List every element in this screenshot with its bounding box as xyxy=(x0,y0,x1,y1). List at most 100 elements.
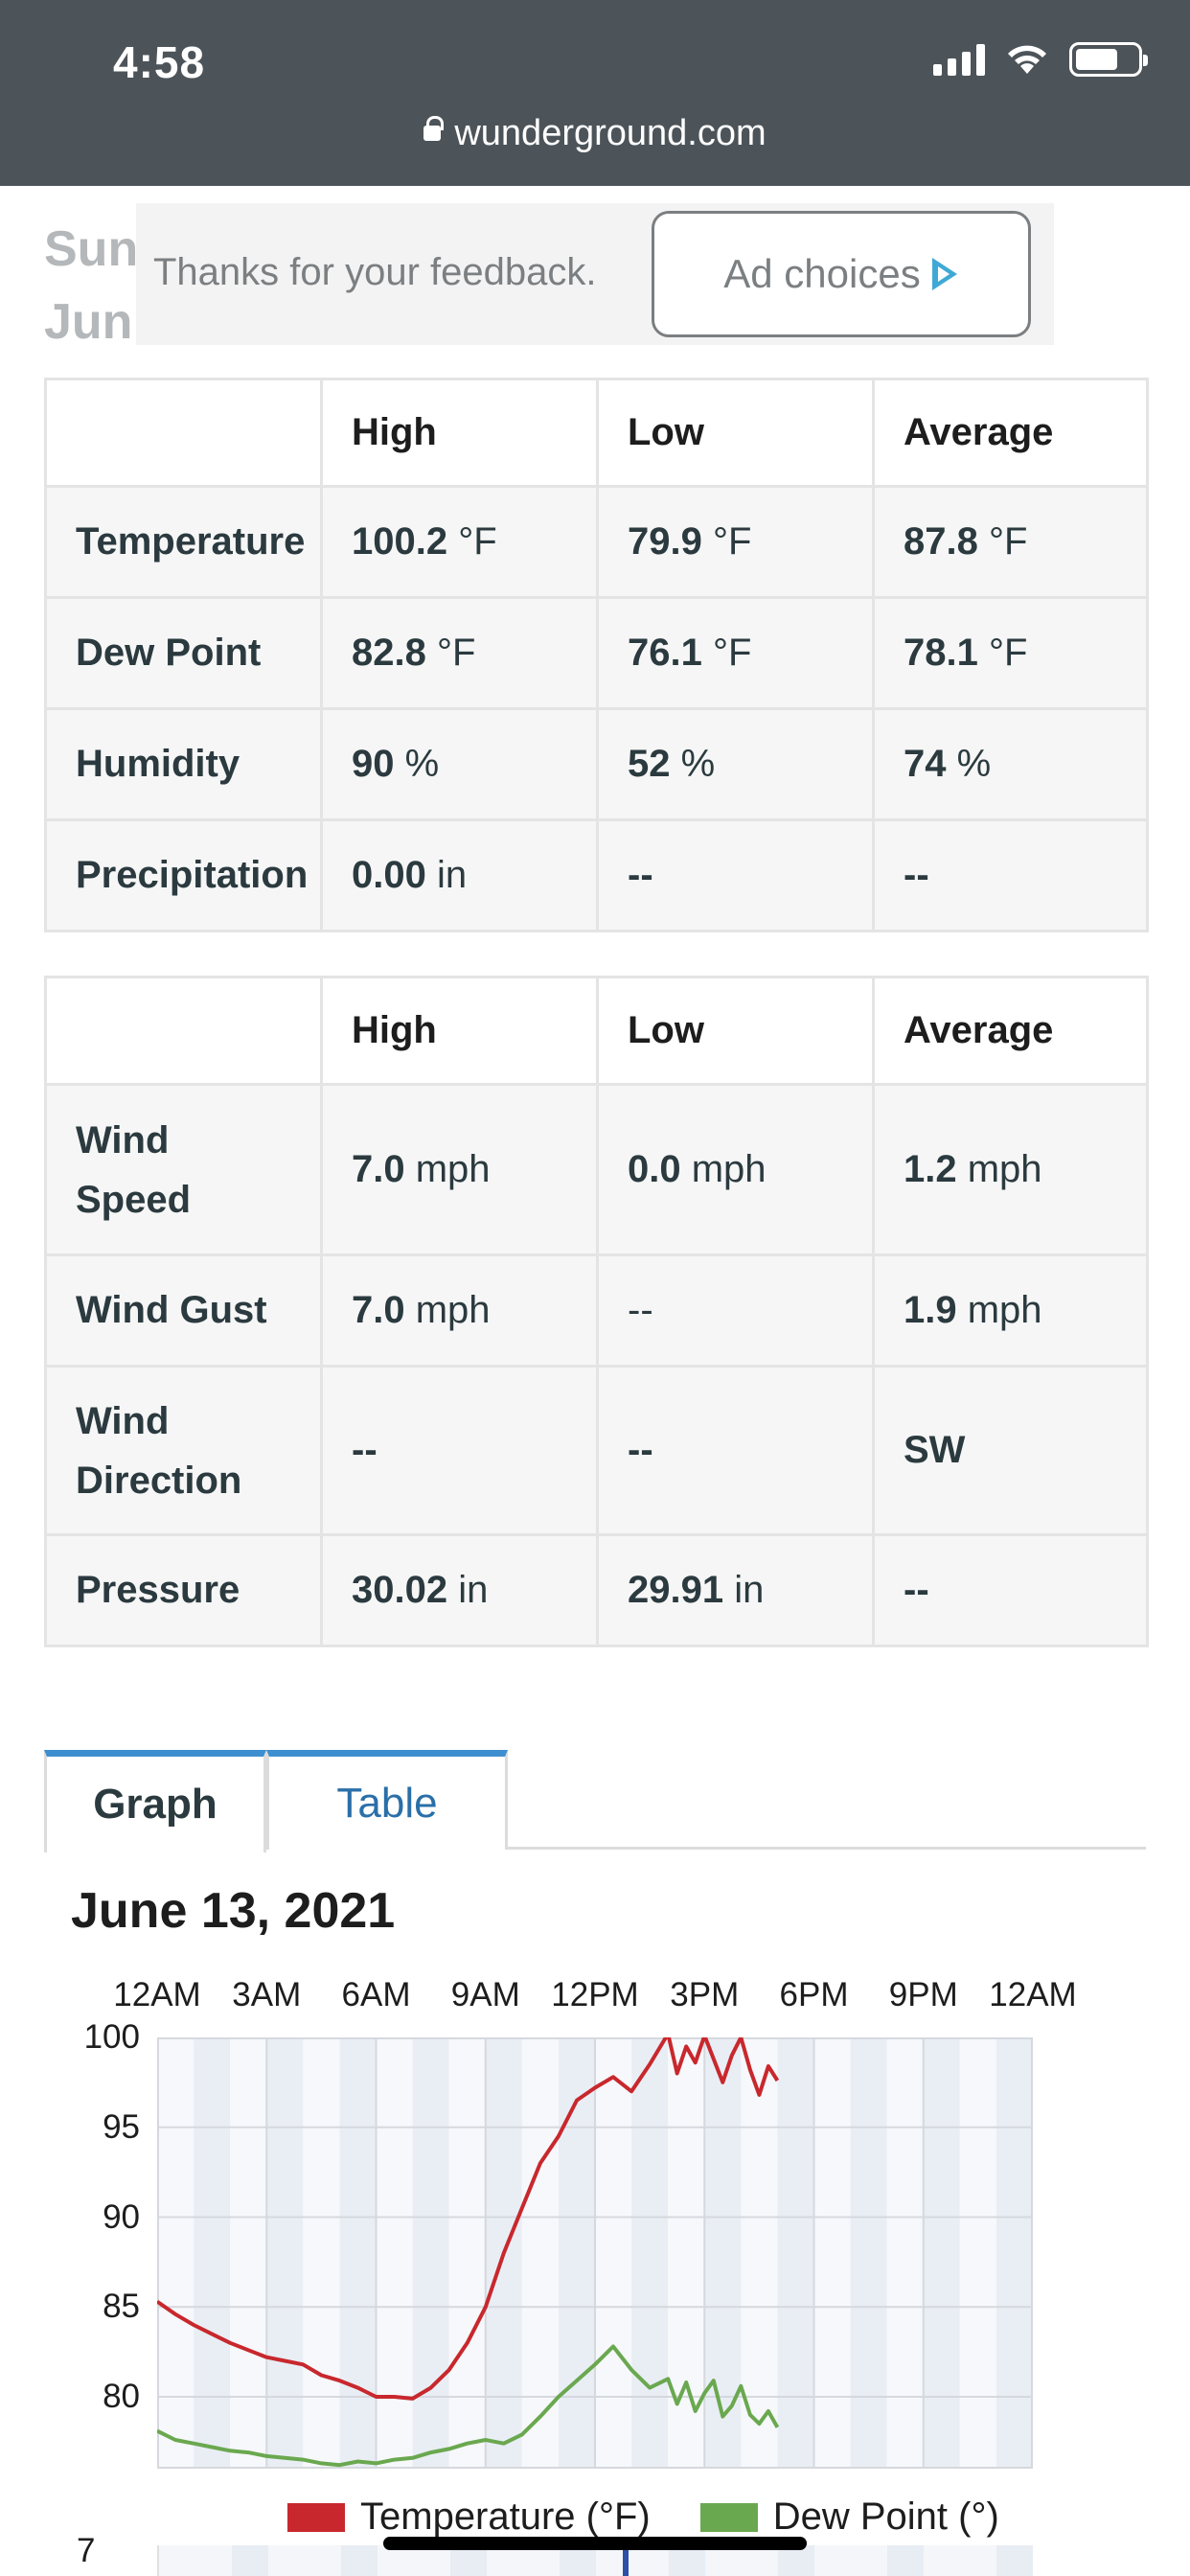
cell-value: 7.0 mph xyxy=(320,1254,599,1368)
table-header-empty xyxy=(44,976,323,1086)
tab-table[interactable]: Table xyxy=(266,1750,508,1850)
x-tick-label: 6AM xyxy=(341,1976,411,2013)
lock-icon xyxy=(423,115,445,141)
tab-graph[interactable]: Graph xyxy=(44,1750,266,1852)
x-tick-label: 12AM xyxy=(113,1976,201,2013)
cell-value: -- xyxy=(872,1533,1149,1647)
ad-choices-button[interactable]: Ad choices xyxy=(652,211,1031,337)
cell-value: 90 % xyxy=(320,707,599,821)
cell-value: 74 % xyxy=(872,707,1149,821)
table-row: Dew Point 82.8 °F 76.1 °F 78.1 °F xyxy=(44,596,1149,710)
cell-value: 7.0 mph xyxy=(320,1083,599,1256)
cell-value: 79.9 °F xyxy=(596,485,875,599)
chart-hour-stripe xyxy=(850,2037,887,2469)
row-label-wind-speed: Wind Speed xyxy=(44,1083,323,1256)
chart-hour-stripe xyxy=(704,2037,742,2469)
cell-value: 1.2 mph xyxy=(872,1083,1149,1256)
home-indicator xyxy=(383,2537,807,2550)
summary-table-wind: High Low Average Wind Speed 7.0 mph 0.0 … xyxy=(44,976,1149,1647)
cell-value: 87.8 °F xyxy=(872,485,1149,599)
chart-hour-stripe xyxy=(995,2037,1033,2469)
legend-swatch-dew-point xyxy=(699,2502,758,2532)
cell-value: -- xyxy=(596,1365,875,1536)
cell-value: -- xyxy=(320,1365,599,1536)
chart-title: June 13, 2021 xyxy=(71,1883,396,1939)
x-tick-label: 9PM xyxy=(888,1976,958,2013)
cell-value: 52 % xyxy=(596,707,875,821)
legend-swatch-temperature xyxy=(287,2502,345,2532)
table-row: Wind Speed 7.0 mph 0.0 mph 1.2 mph xyxy=(44,1083,1149,1256)
x-tick-label: 12PM xyxy=(551,1976,639,2013)
x-axis-ticks: 12AM 3AM 6AM 9AM 12PM 3PM 6PM 9PM 12AM xyxy=(0,1976,1190,2018)
view-tabs: Graph Table xyxy=(44,1750,1146,1852)
table-header-empty xyxy=(44,378,323,488)
table-row: Wind Gust 7.0 mph -- 1.9 mph xyxy=(44,1254,1149,1368)
cell-value: 29.91 in xyxy=(596,1533,875,1647)
row-label-pressure: Pressure xyxy=(44,1533,323,1647)
y-tick-label: 90 xyxy=(103,2197,140,2236)
summary-table-temperature: High Low Average Temperature 100.2 °F 79… xyxy=(44,378,1149,932)
url-text: wunderground.com xyxy=(454,113,767,153)
cell-value: -- xyxy=(596,818,875,932)
chart-hour-stripe xyxy=(813,2037,851,2469)
y-tick-label: 80 xyxy=(103,2378,140,2415)
status-icons xyxy=(933,42,1148,77)
chart-hour-stripe xyxy=(595,2037,632,2469)
chart-hour-stripe xyxy=(959,2037,996,2469)
temperature-dewpoint-chart xyxy=(157,2037,1033,2469)
battery-icon xyxy=(1069,42,1148,77)
date-header-line1: Sun xyxy=(44,221,139,277)
table-header-low: Low xyxy=(596,378,875,488)
x-tick-label: 3AM xyxy=(232,1976,302,2013)
table-header-average: Average xyxy=(872,378,1149,488)
ad-choices-icon xyxy=(931,258,959,290)
cell-value: 82.8 °F xyxy=(320,596,599,710)
chart-hour-stripe xyxy=(266,2037,304,2469)
row-label-precipitation: Precipitation xyxy=(44,818,323,932)
row-label-wind-gust: Wind Gust xyxy=(44,1254,323,1368)
table-row: Temperature 100.2 °F 79.9 °F 87.8 °F xyxy=(44,485,1149,599)
table-header-row: High Low Average xyxy=(44,378,1149,488)
ad-choices-label: Ad choices xyxy=(723,251,921,296)
cell-value: 100.2 °F xyxy=(320,485,599,599)
table-row: Precipitation 0.00 in -- -- xyxy=(44,818,1149,932)
status-and-url-bar: 4:58 wunderground.com xyxy=(0,0,1190,186)
chart-hour-stripe xyxy=(886,2037,924,2469)
table-row: Humidity 90 % 52 % 74 % xyxy=(44,707,1149,821)
row-label-wind-direction: Wind Direction xyxy=(44,1365,323,1536)
ad-feedback-text: Thanks for your feedback. xyxy=(153,251,597,293)
wifi-icon xyxy=(1008,45,1046,74)
y-tick-label: 95 xyxy=(103,2107,140,2146)
table-header-average: Average xyxy=(872,976,1149,1086)
chart-hour-stripe xyxy=(376,2037,413,2469)
legend-item-temperature[interactable]: Temperature (°F) xyxy=(287,2496,651,2539)
row-label-humidity: Humidity xyxy=(44,707,323,821)
date-header: Sun Jun xyxy=(44,213,138,358)
status-time: 4:58 xyxy=(113,37,206,87)
legend-item-dew-point[interactable]: Dew Point (°) xyxy=(699,2496,999,2539)
chart-hour-stripe xyxy=(923,2037,960,2469)
cell-value: 0.00 in xyxy=(320,818,599,932)
cell-value: 0.0 mph xyxy=(596,1083,875,1256)
cell-value: SW xyxy=(872,1365,1149,1536)
cell-value: 1.9 mph xyxy=(872,1254,1149,1368)
table-header-row: High Low Average xyxy=(44,976,1149,1086)
cell-value: 30.02 in xyxy=(320,1533,599,1647)
table-header-low: Low xyxy=(596,976,875,1086)
table-row: Wind Direction -- -- SW xyxy=(44,1365,1149,1536)
cellular-signal-icon xyxy=(933,43,985,76)
cell-value: -- xyxy=(596,1254,875,1368)
legend-label-temperature: Temperature (°F) xyxy=(360,2496,651,2538)
table-header-high: High xyxy=(320,976,599,1086)
y-tick-label: 85 xyxy=(103,2288,140,2326)
chart-hour-stripe xyxy=(631,2037,669,2469)
chart-hour-stripe xyxy=(230,2037,267,2469)
url-bar[interactable]: wunderground.com xyxy=(0,113,1190,154)
table-row: Pressure 30.02 in 29.91 in -- xyxy=(44,1533,1149,1647)
cell-value: -- xyxy=(872,818,1149,932)
table-header-high: High xyxy=(320,378,599,488)
cell-value: 76.1 °F xyxy=(596,596,875,710)
chart-hour-stripe xyxy=(412,2037,449,2469)
cell-value: 78.1 °F xyxy=(872,596,1149,710)
y-tick-label: 100 xyxy=(83,2018,140,2056)
